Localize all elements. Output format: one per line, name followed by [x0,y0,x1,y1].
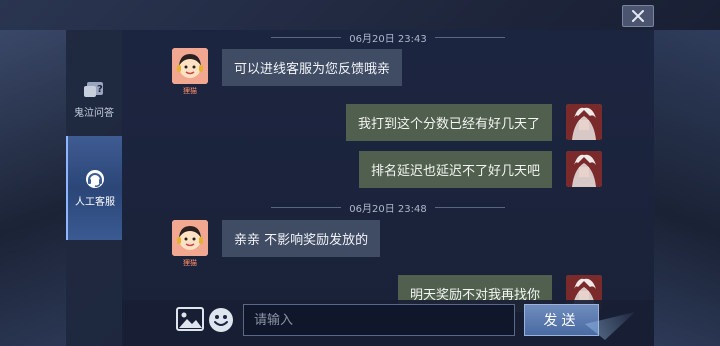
agent-avatar [172,220,208,256]
tab-customer-service[interactable]: 人工客服 [66,136,122,240]
agent-tag: 狸猫 [183,259,197,267]
emoji-icon [209,308,233,332]
emoji-button[interactable] [208,307,236,333]
user-avatar [566,151,602,187]
message-bubble: 可以进线客服为您反馈哦亲 [222,49,403,86]
background-right-panel [654,30,720,346]
image-button[interactable] [176,307,204,333]
message-bubble: 我打到这个分数已经有好几天了 [345,104,552,141]
sidebar: ? 鬼泣问答 人工客服 [66,30,122,346]
user-avatar [566,104,602,140]
background-left-panel [0,30,66,346]
close-icon [632,10,644,22]
message-input[interactable] [243,304,515,336]
timestamp: 06月20日 23:48 [122,200,654,215]
tab-faq[interactable]: ? 鬼泣问答 [66,60,122,140]
headset-icon [86,170,104,188]
agent-tag: 狸猫 [183,87,197,95]
svg-text:?: ? [97,84,103,95]
tab-faq-label: 鬼泣问答 [74,108,114,119]
close-button[interactable] [622,5,654,27]
chat-area: 06月20日 23:43 狸猫 可以进线客服为您反馈哦亲 我打到这个分数已经有好… [122,30,654,346]
image-icon [176,307,204,331]
send-button[interactable]: 发送 [524,304,599,336]
question-icon: ? [84,82,103,97]
message-bubble: 排名延迟也延迟不了好几天吧 [358,151,552,188]
tab-customer-service-label: 人工客服 [75,197,115,208]
timestamp: 06月20日 23:43 [122,30,654,45]
message-bubble: 亲亲 不影响奖励发放的 [222,220,381,257]
agent-avatar [172,48,208,84]
